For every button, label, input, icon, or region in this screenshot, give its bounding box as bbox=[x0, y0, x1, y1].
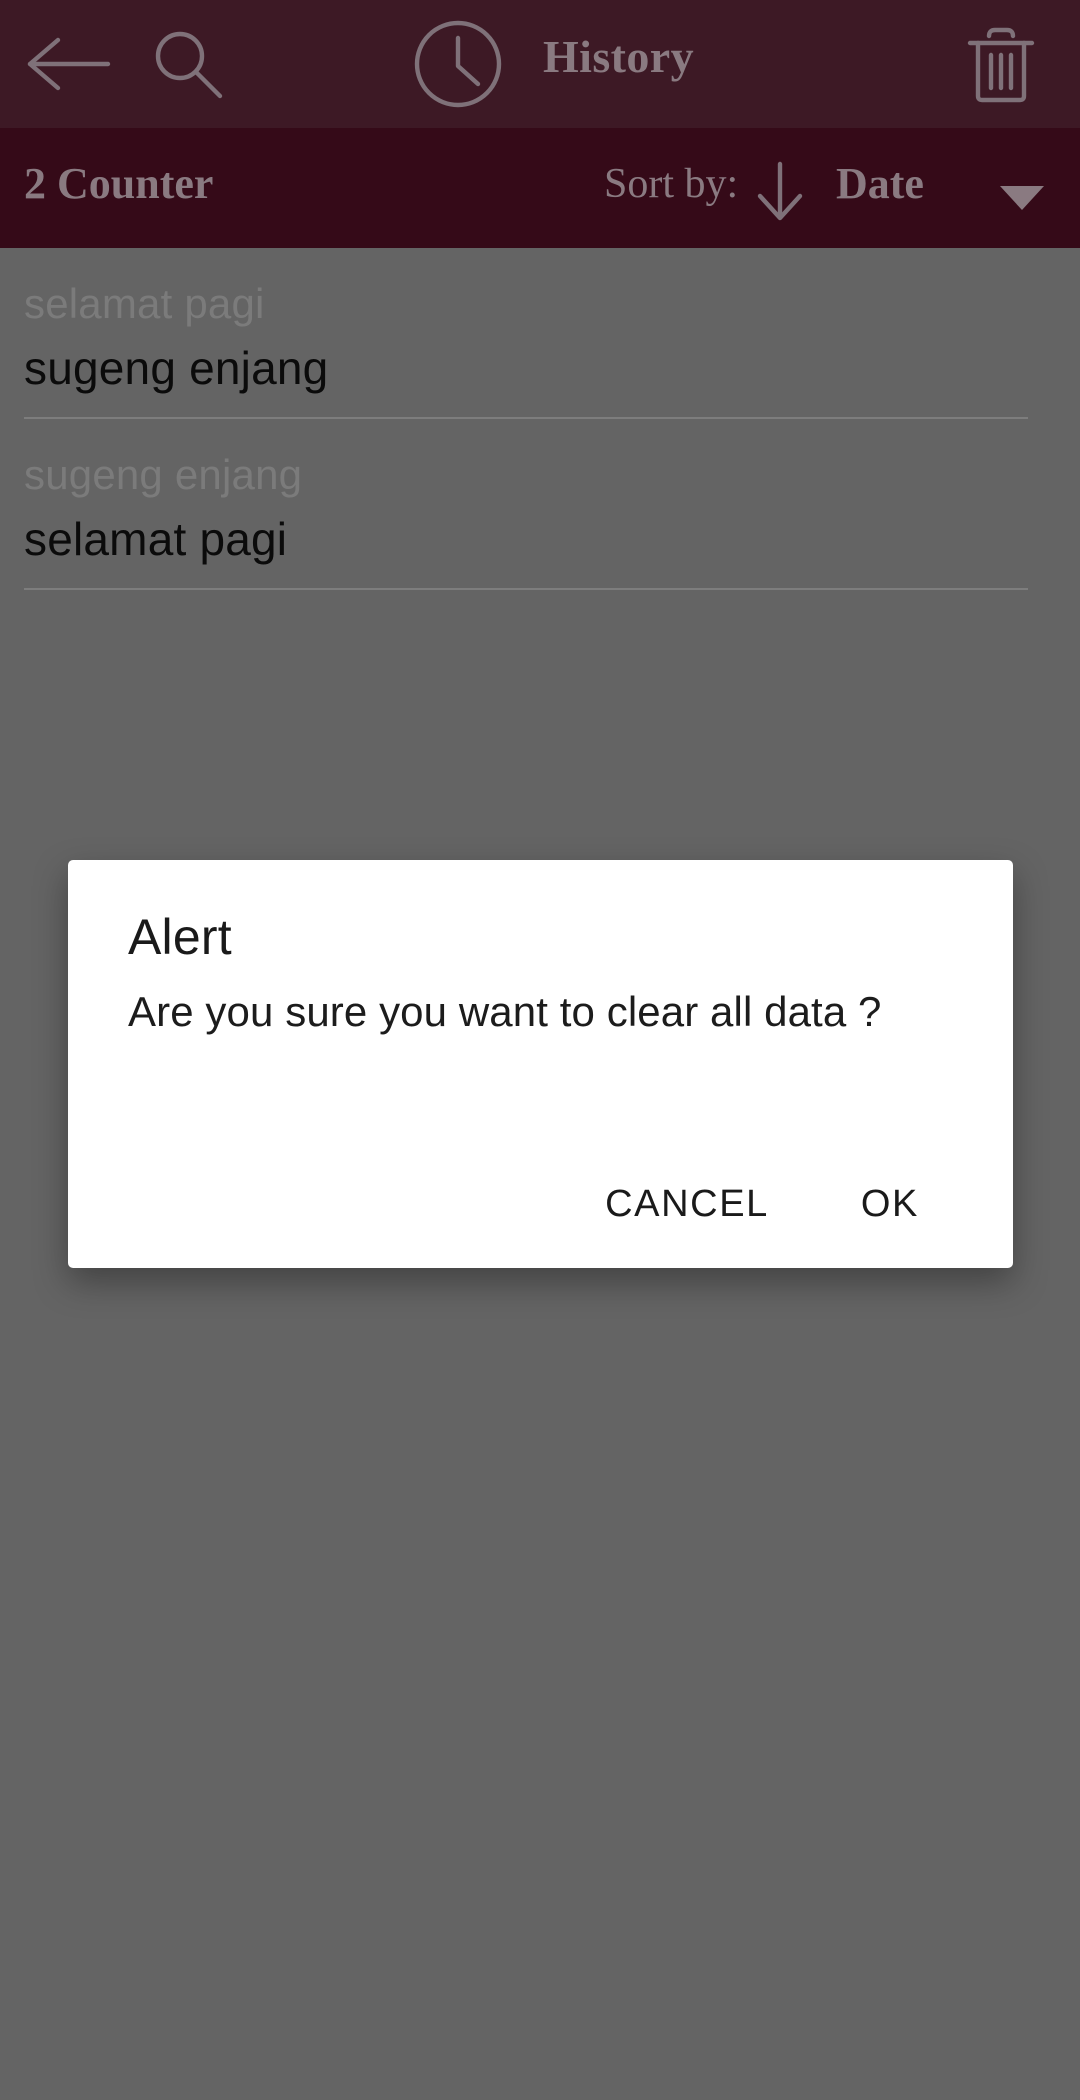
trash-icon bbox=[967, 27, 1035, 103]
clock-icon bbox=[414, 20, 502, 108]
ok-button[interactable]: OK bbox=[851, 1167, 929, 1242]
clock-icon-wrap bbox=[410, 16, 506, 112]
back-button[interactable] bbox=[22, 30, 118, 98]
app-bar: History bbox=[0, 0, 1080, 128]
alert-dialog: Alert Are you sure you want to clear all… bbox=[68, 860, 1013, 1268]
search-button[interactable] bbox=[148, 24, 228, 104]
history-translation-text: selamat pagi bbox=[24, 513, 288, 566]
list-divider bbox=[24, 588, 1028, 591]
search-icon bbox=[155, 31, 223, 99]
counter-label: 2 Counter bbox=[24, 159, 214, 208]
dialog-message: Are you sure you want to clear all data … bbox=[128, 988, 882, 1035]
cancel-button[interactable]: CANCEL bbox=[595, 1167, 779, 1242]
page-title: History bbox=[543, 31, 694, 82]
caret-down-icon[interactable] bbox=[1000, 186, 1044, 210]
history-source-text: selamat pagi bbox=[24, 280, 265, 327]
list-item[interactable]: selamat pagi sugeng enjang bbox=[0, 248, 1080, 420]
sort-field-value[interactable]: Date bbox=[836, 158, 924, 209]
sort-bar: 2 Counter Sort by: Date bbox=[0, 128, 1080, 248]
sort-direction-button[interactable] bbox=[752, 160, 808, 222]
app-screen: History 2 Counter Sort by: Date selamat … bbox=[0, 0, 1080, 2100]
sort-by-label: Sort by: bbox=[604, 161, 739, 207]
dialog-title: Alert bbox=[128, 909, 232, 965]
history-translation-text: sugeng enjang bbox=[24, 342, 329, 395]
list-item[interactable]: sugeng enjang selamat pagi bbox=[0, 419, 1080, 591]
clear-all-button[interactable] bbox=[962, 24, 1040, 106]
arrow-down-icon bbox=[757, 161, 803, 221]
arrow-left-icon bbox=[27, 37, 111, 91]
history-list: selamat pagi sugeng enjang sugeng enjang… bbox=[0, 248, 1080, 591]
dialog-actions: CANCEL OK bbox=[68, 1167, 1013, 1242]
history-source-text: sugeng enjang bbox=[24, 451, 303, 499]
